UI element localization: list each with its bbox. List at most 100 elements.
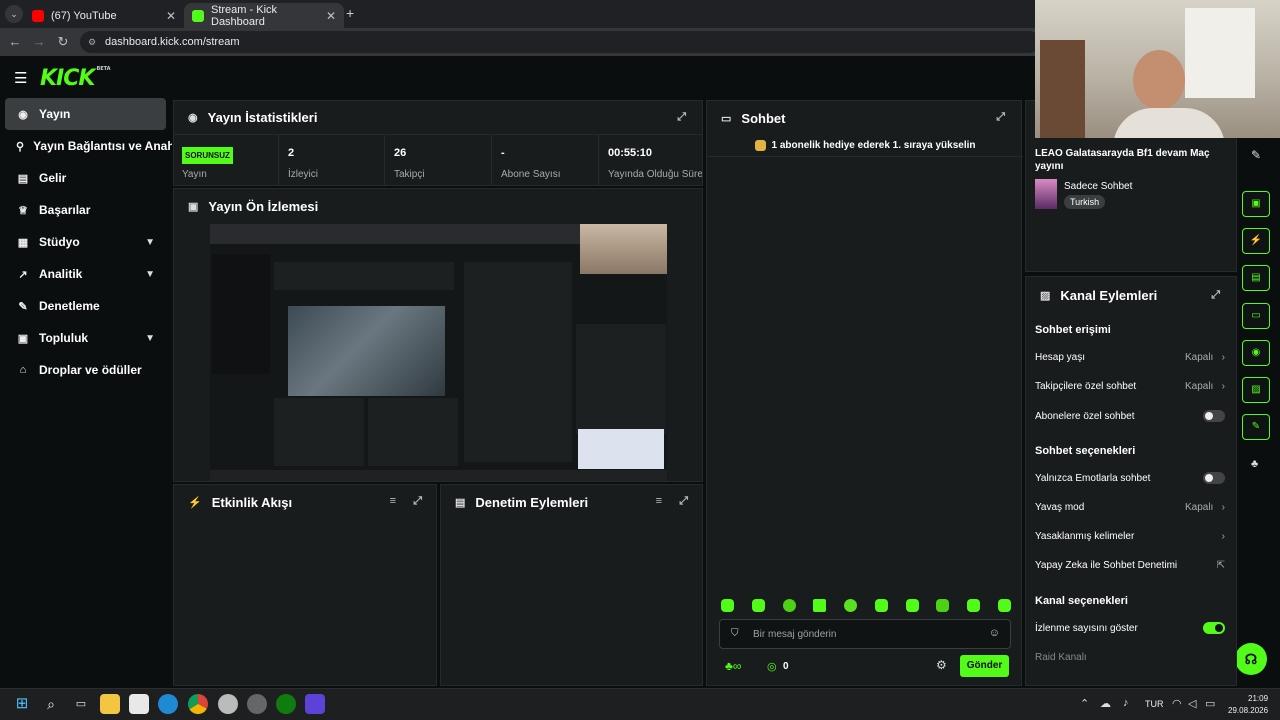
emote-icon[interactable] — [997, 599, 1011, 612]
back-icon[interactable]: ← — [6, 33, 24, 51]
rail-button-chat[interactable]: ▭ — [1242, 303, 1270, 329]
chrome-icon[interactable] — [188, 694, 208, 714]
site-info-icon[interactable]: ⚙ — [88, 31, 96, 53]
stat-label: Yayın — [182, 169, 207, 180]
windows-start-icon[interactable]: ⊞ — [12, 694, 32, 714]
filter-icon[interactable]: ≡ — [656, 495, 662, 507]
task-view-icon[interactable]: ▭ — [71, 694, 91, 714]
close-tab-icon[interactable]: ✕ — [166, 9, 176, 23]
menu-icon[interactable]: ☰ — [14, 69, 27, 87]
volume-icon[interactable]: ◁ — [1188, 697, 1196, 710]
rail-button-moderation[interactable]: ▤ — [1242, 265, 1270, 291]
emote-icon[interactable] — [874, 599, 888, 612]
search-icon[interactable]: ⌕ — [41, 694, 61, 714]
support-button[interactable]: ☊ — [1235, 643, 1267, 675]
xbox-icon[interactable] — [276, 694, 296, 714]
language-indicator[interactable]: TUR — [1145, 699, 1164, 709]
stat-label: Abone Sayısı — [501, 169, 561, 180]
wifi-icon[interactable]: ◠ — [1172, 697, 1182, 710]
community-icon[interactable]: ♣ — [1251, 458, 1258, 470]
chevron-down-icon: ▼ — [145, 236, 155, 248]
sidebar-item-analytics[interactable]: ↗ Analitik ▼ — [0, 258, 172, 290]
row-label: Raid Kanalı — [1035, 652, 1087, 663]
filter-icon[interactable]: ≡ — [390, 495, 396, 507]
clock-date[interactable]: 29.08.2026 — [1228, 706, 1268, 715]
sidebar-item-drops[interactable]: ⌂ Droplar ve ödüller — [0, 354, 172, 386]
sidebar-item-achievements[interactable]: ♕ Başarılar — [0, 194, 172, 226]
sidebar-item-stream[interactable]: ◉ Yayın — [5, 98, 166, 130]
edit-icon[interactable]: ✎ — [1251, 148, 1261, 162]
banned-words-row[interactable]: Yasaklanmış kelimeler › — [1035, 531, 1225, 542]
edge-icon[interactable] — [158, 694, 178, 714]
rail-button-activity[interactable]: ⚡ — [1242, 228, 1270, 254]
rail-button-preview[interactable]: ▣ — [1242, 191, 1270, 217]
file-explorer-icon[interactable] — [100, 694, 120, 714]
stream-stats-panel: ◉ Yayın İstatistikleri ⤢ SORUNSUZ Yayın 2 İ… — [173, 100, 703, 186]
infinity-icon[interactable]: ♣∞ — [725, 659, 741, 673]
expand-icon[interactable]: ⤢ — [996, 111, 1005, 124]
address-bar[interactable]: ⚙ dashboard.kick.com/stream — [80, 31, 1040, 53]
stat-label: Takipçi — [394, 169, 425, 180]
forward-icon[interactable]: → — [30, 33, 48, 51]
sidebar-item-revenue[interactable]: ▤ Gelir — [0, 162, 172, 194]
steam-icon[interactable] — [247, 694, 267, 714]
battery-icon[interactable]: ▭ — [1205, 697, 1215, 710]
row-label: Yapay Zeka ile Sohbet Denetimi — [1035, 560, 1178, 571]
rail-button-tools[interactable]: ✎ — [1242, 414, 1270, 440]
account-age-row[interactable]: Hesap yaşı Kapalı › — [1035, 352, 1225, 363]
close-tab-icon[interactable]: ✕ — [326, 9, 336, 23]
chat-options-heading: Sohbet seçenekleri — [1035, 445, 1136, 457]
sidebar-item-studio[interactable]: ▦ Stüdyo ▼ — [0, 226, 172, 258]
followers-only-row[interactable]: Takipçilere özel sohbet Kapalı › — [1035, 381, 1225, 392]
emote-bar — [721, 599, 1011, 613]
tab-title: Stream - Kick Dashboard — [211, 3, 278, 28]
browser-tab-youtube[interactable]: (67) YouTube ✕ — [24, 3, 184, 28]
ea-app-icon[interactable] — [305, 694, 325, 714]
kick-logo[interactable]: KICK BETA — [40, 66, 111, 91]
emote-icon[interactable] — [844, 599, 858, 612]
emote-icon[interactable] — [813, 599, 827, 612]
show-viewers-toggle[interactable] — [1203, 622, 1225, 634]
subs-only-toggle[interactable] — [1203, 410, 1225, 422]
url-text: dashboard.kick.com/stream — [105, 36, 240, 48]
send-button[interactable]: Gönder — [960, 655, 1009, 677]
store-icon[interactable] — [129, 694, 149, 714]
panel-title: Yayın İstatistikleri — [207, 110, 318, 125]
emote-icon[interactable] — [751, 599, 765, 612]
chat-input[interactable]: ⛉ Bir mesaj gönderin ☺ — [719, 619, 1011, 649]
pinned-message[interactable]: 1 abonelik hediye ederek 1. sıraya yükse… — [707, 135, 1023, 157]
expand-icon[interactable]: ⤢ — [677, 111, 686, 124]
app-icon[interactable] — [218, 694, 238, 714]
expand-icon[interactable]: ⤢ — [413, 495, 422, 508]
ai-moderation-row[interactable]: Yapay Zeka ile Sohbet Denetimi ⇱ — [1035, 560, 1225, 571]
emote-icon[interactable] — [721, 599, 734, 612]
browser-tab-kick[interactable]: Stream - Kick Dashboard ✕ — [184, 3, 344, 28]
settings-gear-icon[interactable]: ⚙ — [936, 658, 947, 672]
sidebar-item-moderation[interactable]: ✎ Denetleme — [0, 290, 172, 322]
sidebar-item-label: Gelir — [39, 171, 67, 185]
new-tab-button[interactable]: + — [346, 5, 354, 21]
expand-icon[interactable]: ⤢ — [1211, 289, 1220, 302]
clock-time[interactable]: 21:09 — [1248, 694, 1268, 703]
channel-icon: ▨ — [1040, 289, 1051, 302]
expand-icon[interactable]: ⤢ — [679, 495, 688, 508]
emoji-icon[interactable]: ☺ — [989, 627, 1000, 639]
chevron-up-icon[interactable]: ⌃ — [1080, 697, 1089, 710]
emote-only-toggle[interactable] — [1203, 472, 1225, 484]
emote-icon[interactable] — [936, 599, 950, 612]
preview-video[interactable] — [210, 224, 667, 481]
rail-button-stream[interactable]: ◉ — [1242, 340, 1270, 366]
rail-button-channel[interactable]: ▨ — [1242, 377, 1270, 403]
reload-icon[interactable]: ↻ — [54, 33, 72, 51]
emote-icon[interactable] — [782, 599, 796, 612]
tab-search-button[interactable]: ⌄ — [5, 5, 23, 23]
sidebar-item-stream-key[interactable]: ⚲ Yayın Bağlantısı ve Anahtarı — [0, 130, 172, 162]
sidebar-item-community[interactable]: ▣ Topluluk ▼ — [0, 322, 172, 354]
microphone-icon[interactable]: ♪ — [1123, 697, 1129, 709]
raid-channel-row[interactable]: Raid Kanalı — [1035, 652, 1225, 663]
stat-followers: 26 Takipçi — [386, 135, 492, 185]
emote-icon[interactable] — [905, 599, 919, 612]
emote-icon[interactable] — [967, 599, 981, 612]
slow-mode-row[interactable]: Yavaş mod Kapalı › — [1035, 502, 1225, 513]
logo-text: KICK — [40, 66, 95, 91]
